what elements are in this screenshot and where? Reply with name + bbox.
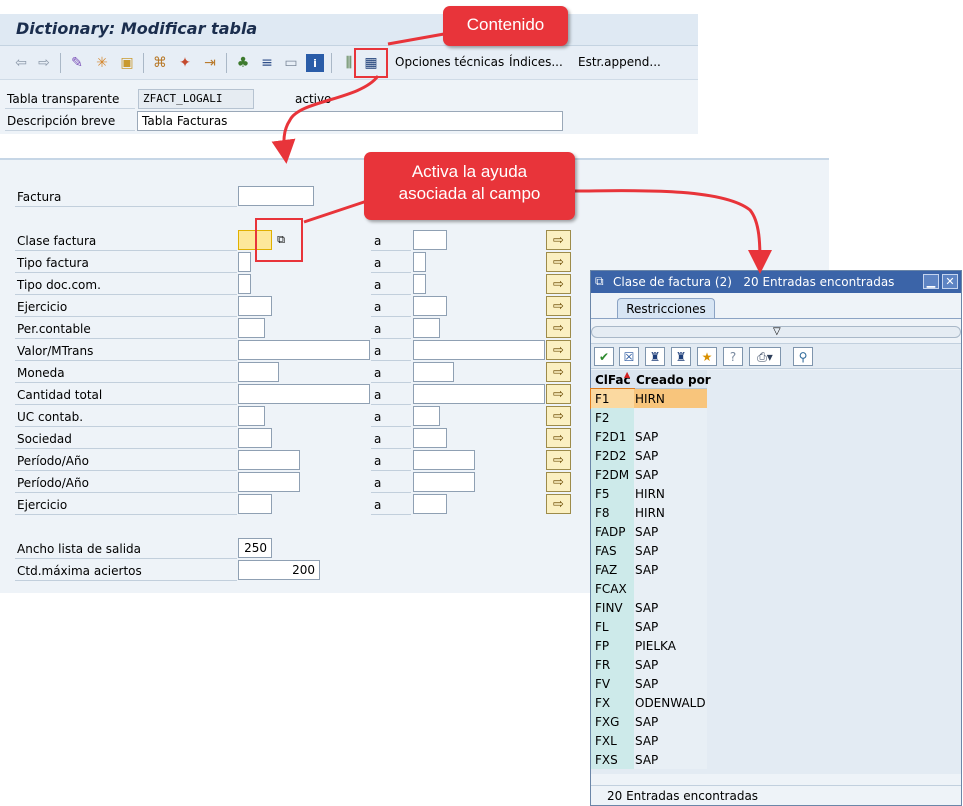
contenido-arrow	[271, 75, 380, 164]
callout-ayuda-line1: Activa la ayuda	[411, 162, 528, 181]
callout-contenido: Contenido	[443, 6, 568, 46]
callout-ayuda: Activa la ayuda asociada al campo	[364, 152, 575, 220]
contenido-connector	[387, 32, 445, 46]
value-help-highlight	[255, 218, 303, 262]
ayuda-connector	[303, 198, 371, 224]
contenido-highlight	[354, 48, 388, 78]
callout-ayuda-line2: asociada al campo	[398, 184, 541, 204]
annotation-arrows	[271, 32, 772, 274]
ayuda-arrow	[574, 189, 772, 274]
